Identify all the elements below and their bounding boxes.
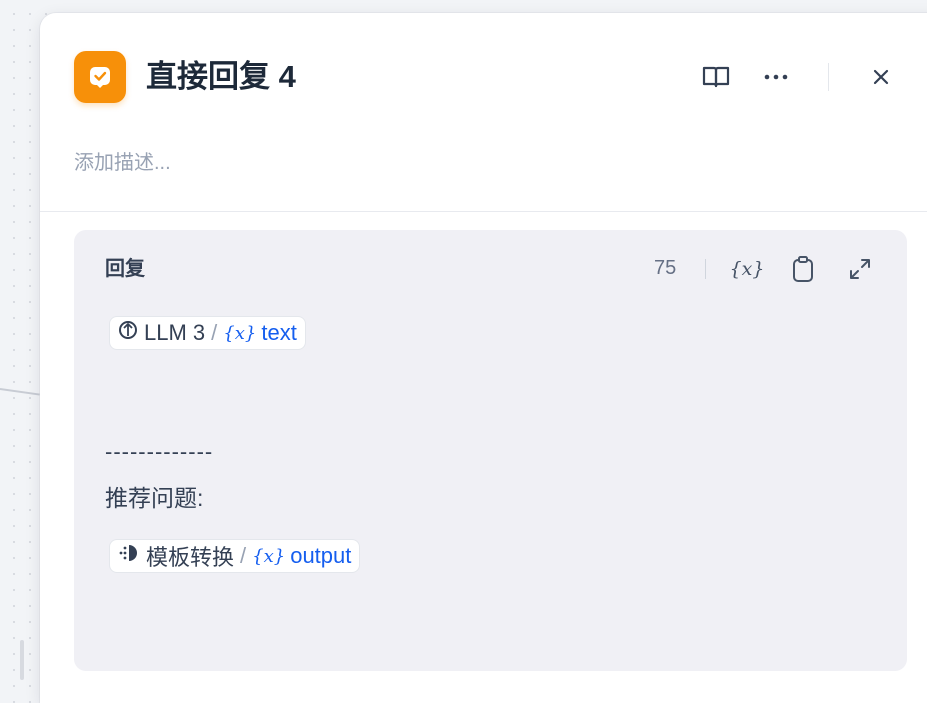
node-title[interactable]: 直接回复 4 (146, 55, 296, 99)
variable-type-icon: {x} (223, 322, 257, 344)
ref-node-name: 模板转换 (146, 545, 235, 570)
close-icon[interactable] (865, 61, 897, 93)
panel-header: 直接回复 4 添加描述... (40, 13, 927, 211)
variable-type-icon: {x} (252, 545, 286, 567)
ref-node-name: LLM 3 (144, 320, 206, 345)
ref-separator: / (240, 543, 247, 568)
canvas-edge (0, 388, 40, 396)
ref-variable-name: text (261, 320, 297, 345)
header-divider (828, 63, 829, 91)
toolbar-divider (705, 259, 706, 279)
variable-icon[interactable]: {x} (730, 253, 765, 285)
copy-icon[interactable] (787, 253, 819, 285)
template-node-icon (118, 543, 140, 569)
separator-text: ------------- (105, 439, 214, 464)
more-icon[interactable] (760, 61, 792, 93)
expand-icon[interactable] (844, 253, 876, 285)
answer-editor[interactable]: 回复 75 {x} LLM 3 / {x} text -------------… (74, 230, 907, 671)
char-count: 75 (654, 257, 677, 279)
suggest-label: 推荐问题: (105, 485, 204, 511)
description-input[interactable]: 添加描述... (74, 149, 171, 177)
node-panel: 直接回复 4 添加描述... 回复 75 {x} LLM 3 / {x} tex… (40, 13, 927, 703)
answer-node-icon (74, 51, 126, 103)
book-icon[interactable] (700, 61, 732, 93)
header-divider-line (40, 211, 927, 212)
llm-node-icon (118, 320, 138, 346)
variable-ref-llm[interactable]: LLM 3 / {x} text (109, 316, 306, 350)
editor-label: 回复 (105, 258, 145, 280)
variable-ref-template[interactable]: 模板转换 / {x} output (109, 539, 361, 573)
ref-variable-name: output (290, 543, 352, 568)
ref-separator: / (211, 320, 218, 345)
canvas-scrollbar[interactable] (20, 640, 24, 680)
